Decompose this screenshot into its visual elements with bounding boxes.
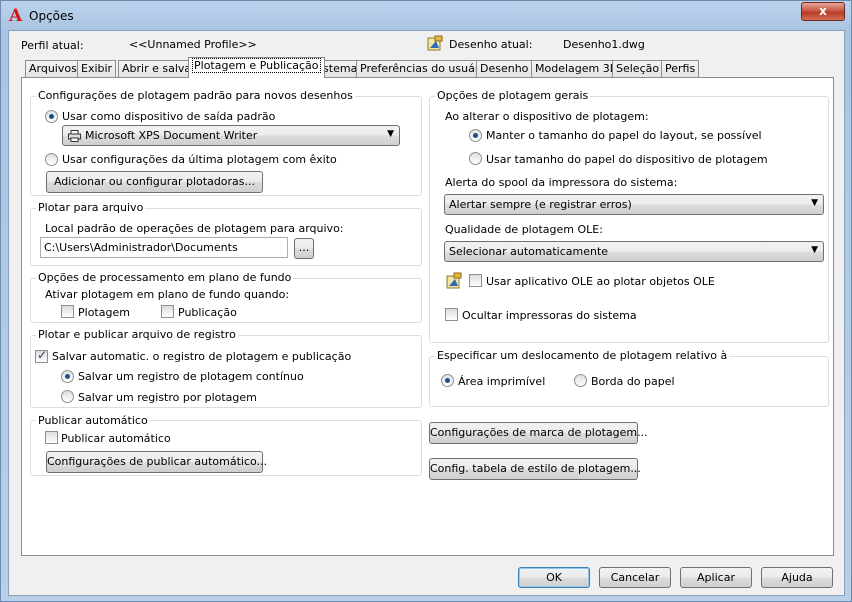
background-enable-label: Ativar plotagem em plano de fundo quando… xyxy=(45,288,290,301)
background-publishing-checkbox[interactable] xyxy=(161,305,174,318)
background-group-title: Opções de processamento em plano de fund… xyxy=(36,271,294,284)
autopublish-label: Publicar automático xyxy=(61,432,171,445)
use-device-label: Usar como dispositivo de saída padrão xyxy=(62,110,276,123)
continuous-log-radio[interactable] xyxy=(61,370,74,383)
tab-arquivos[interactable]: Arquivos xyxy=(25,60,81,78)
ole-quality-select[interactable]: Selecionar automaticamente ▼ xyxy=(444,241,824,262)
output-device-select[interactable]: Microsoft XPS Document Writer ▼ xyxy=(62,125,400,146)
help-button[interactable]: Ajuda xyxy=(761,567,833,588)
title-bar: A Opções x xyxy=(1,1,851,31)
chevron-down-icon: ▼ xyxy=(387,129,394,139)
log-group-title: Plotar e publicar arquivo de registro xyxy=(36,328,238,341)
printable-area-label: Área imprimível xyxy=(458,375,546,388)
spool-alert-label: Alerta do spool da impressora do sistema… xyxy=(445,176,678,189)
plot-stamp-settings-button[interactable]: Configurações de marca de plotagem... xyxy=(429,422,648,444)
spool-alert-select[interactable]: Alertar sempre (e registrar erros) ▼ xyxy=(444,194,824,215)
autocad-logo-icon: A xyxy=(9,6,23,26)
browse-button[interactable]: ... xyxy=(294,238,314,259)
tab-exibir[interactable]: Exibir xyxy=(77,60,117,78)
general-plot-group-title: Opções de plotagem gerais xyxy=(435,89,591,102)
chevron-down-icon: ▼ xyxy=(811,245,818,255)
autopublish-settings-button[interactable]: Configurações de publicar automático... xyxy=(46,451,267,473)
use-device-size-label: Usar tamanho do papel do dispositivo de … xyxy=(486,153,768,166)
hide-printers-label: Ocultar impressoras do sistema xyxy=(462,309,637,322)
ok-button[interactable]: OK xyxy=(518,567,590,588)
add-plotters-button[interactable]: Adicionar ou configurar plotadoras... xyxy=(46,171,263,193)
background-publishing-label: Publicação xyxy=(178,306,237,319)
autopublish-checkbox[interactable] xyxy=(45,431,58,444)
continuous-log-label: Salvar um registro de plotagem contínuo xyxy=(78,370,304,383)
output-device-value: Microsoft XPS Document Writer xyxy=(85,129,258,142)
drawing-icon xyxy=(427,35,443,51)
use-device-radio[interactable] xyxy=(45,110,58,123)
printable-area-radio[interactable] xyxy=(441,374,454,387)
autopublish-group-title: Publicar automático xyxy=(36,414,150,427)
apply-button[interactable]: Aplicar xyxy=(680,567,752,588)
drawing-value: Desenho1.dwg xyxy=(563,38,645,51)
auto-save-log-checkbox[interactable] xyxy=(35,348,48,363)
hide-printers-checkbox[interactable] xyxy=(445,308,458,321)
background-plotting-checkbox[interactable] xyxy=(61,305,74,318)
profile-label: Perfil atual: xyxy=(21,39,84,52)
plot-file-location-input[interactable]: C:\Users\Administrador\Documents xyxy=(40,237,288,258)
tab-modelagem-3d[interactable]: Modelagem 3D xyxy=(531,60,623,78)
close-button[interactable]: x xyxy=(801,2,845,21)
tab-desenho[interactable]: Desenho xyxy=(476,60,533,78)
keep-size-label: Manter o tamanho do papel do layout, se … xyxy=(486,129,762,142)
drawing-label: Desenho atual: xyxy=(449,38,533,51)
ole-drawing-icon xyxy=(446,272,462,289)
paper-edge-radio[interactable] xyxy=(574,374,587,387)
defaults-group-title: Configurações de plotagem padrão para no… xyxy=(36,89,355,102)
printer-icon xyxy=(68,130,81,142)
keep-size-radio[interactable] xyxy=(469,129,482,142)
change-device-label: Ao alterar o dispositivo de plotagem: xyxy=(445,110,649,123)
cancel-button[interactable]: Cancelar xyxy=(599,567,671,588)
paper-edge-label: Borda do papel xyxy=(591,375,675,388)
chevron-down-icon: ▼ xyxy=(811,198,818,208)
window-title: Opções xyxy=(29,9,74,23)
auto-save-log-label: Salvar automatic. o registro de plotagem… xyxy=(52,350,352,363)
tab-selecao[interactable]: Seleção xyxy=(612,60,664,78)
use-device-size-radio[interactable] xyxy=(469,152,482,165)
use-last-label: Usar configurações da última plotagem co… xyxy=(62,153,337,166)
per-plot-log-label: Salvar um registro por plotagem xyxy=(78,391,257,404)
offset-group-title: Especificar um deslocamento de plotagem … xyxy=(435,349,730,362)
plot-file-group-title: Plotar para arquivo xyxy=(36,201,146,214)
ole-app-label: Usar aplicativo OLE ao plotar objetos OL… xyxy=(486,275,715,288)
ole-quality-label: Qualidade de plotagem OLE: xyxy=(445,223,603,236)
tab-preferencias-do-usuario[interactable]: Preferências do usuário xyxy=(356,60,494,78)
options-dialog: A Opções x Perfil atual: <<Unnamed Profi… xyxy=(0,0,852,602)
per-plot-log-radio[interactable] xyxy=(61,390,74,403)
background-plotting-label: Plotagem xyxy=(78,306,130,319)
profile-value: <<Unnamed Profile>> xyxy=(129,38,257,51)
plot-style-table-settings-button[interactable]: Config. tabela de estilo de plotagem... xyxy=(429,458,641,480)
tab-plotagem-e-publicacao[interactable]: Plotagem e Publicação xyxy=(188,57,325,78)
tab-perfis[interactable]: Perfis xyxy=(661,60,700,78)
use-last-radio[interactable] xyxy=(45,153,58,166)
ole-app-checkbox[interactable] xyxy=(469,274,482,287)
plot-file-location-label: Local padrão de operações de plotagem pa… xyxy=(45,222,344,235)
